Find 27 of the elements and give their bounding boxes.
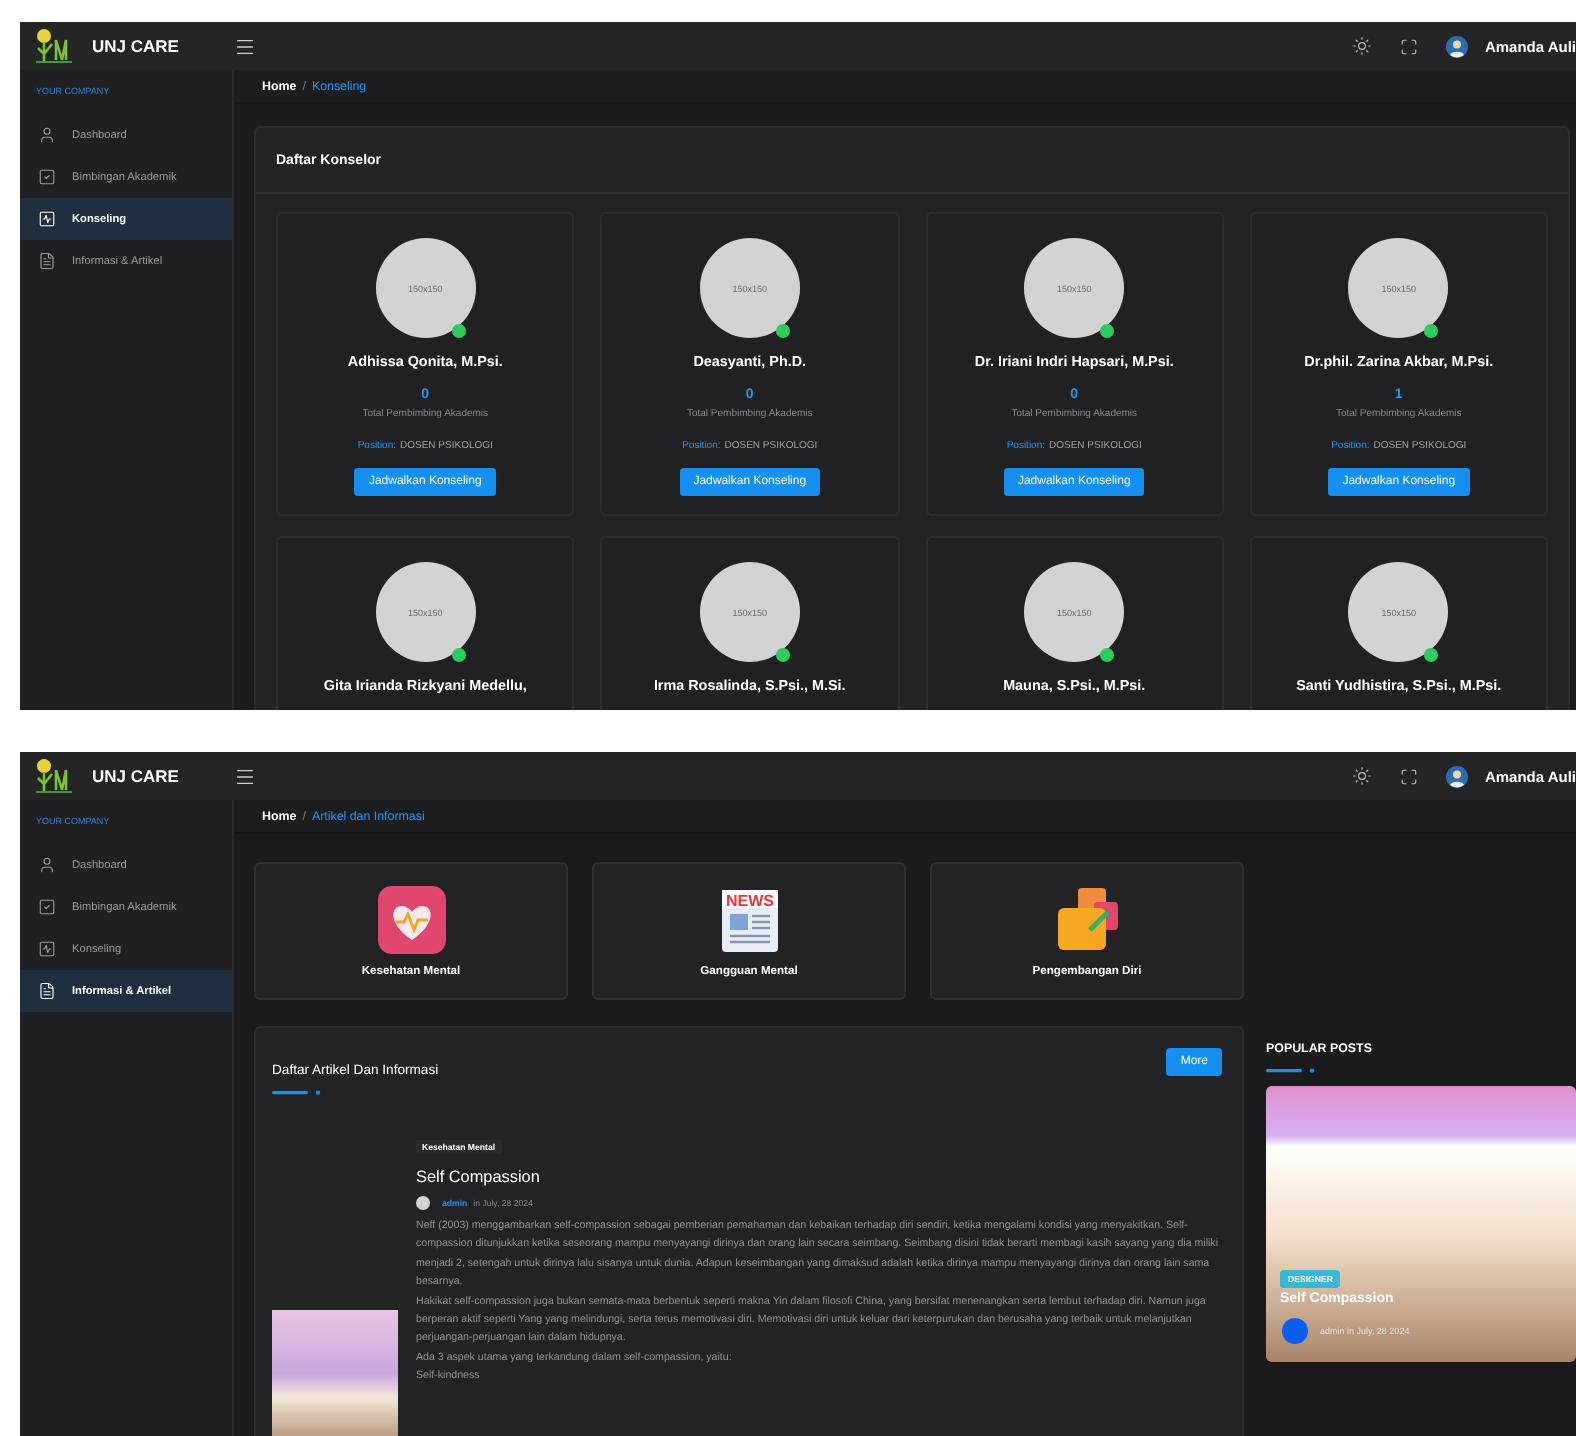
menu-icon[interactable] <box>234 765 256 787</box>
title-underline <box>1266 1068 1318 1074</box>
chart-square-icon <box>38 940 56 958</box>
chart-square-icon <box>38 210 56 228</box>
file-icon <box>38 252 56 270</box>
user-icon <box>38 856 56 874</box>
file-icon <box>38 982 56 1000</box>
heart-app-icon <box>377 885 445 953</box>
menu-icon[interactable] <box>234 35 256 57</box>
brand-name: UNJ CARE <box>92 36 179 56</box>
brand-name: UNJ CARE <box>92 766 179 786</box>
photo-placeholder <box>272 1310 398 1436</box>
user-avatar-icon[interactable] <box>1446 35 1469 57</box>
checkbox-icon <box>38 898 56 916</box>
user-avatar-icon[interactable] <box>1446 765 1469 787</box>
news-label: NEWS <box>725 891 773 909</box>
logo-icon <box>32 758 76 794</box>
logo-icon <box>32 28 76 64</box>
checkbox-icon <box>38 168 56 186</box>
user-icon <box>38 126 56 144</box>
author-avatar <box>416 1196 430 1210</box>
fullscreen-icon[interactable] <box>1400 37 1419 55</box>
title-underline <box>272 1090 324 1096</box>
newspaper-icon <box>721 889 777 951</box>
article-title[interactable]: Self Compassion <box>416 1168 1222 1186</box>
folders-icon <box>1053 885 1121 953</box>
fullscreen-icon[interactable] <box>1400 767 1419 785</box>
